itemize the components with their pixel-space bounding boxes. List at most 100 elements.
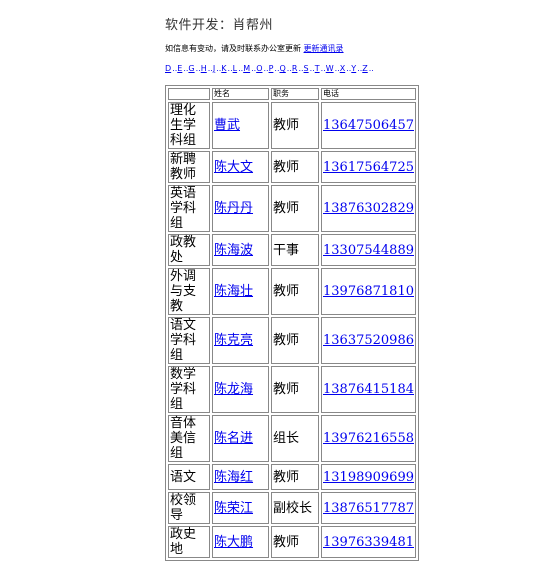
phone-link[interactable]: 13198909699 — [323, 470, 414, 485]
role-cell: 干事 — [273, 242, 300, 258]
name-link[interactable]: 陈海红 — [214, 470, 253, 485]
dept-cell: 英语学科组 — [168, 185, 210, 232]
header-phone: 电话 — [321, 88, 416, 100]
letter-link-q[interactable]: Q — [280, 64, 286, 73]
table-row: 新聘教师 陈大文 教师 13617564725 — [168, 151, 416, 183]
role-cell: 副校长 — [271, 492, 319, 524]
tel-cell: 13198909699 — [321, 464, 416, 490]
name-link[interactable]: 陈克亮 — [214, 333, 253, 348]
phone-link[interactable]: 13307544889 — [323, 243, 414, 258]
name-cell: 陈荣江 — [212, 492, 269, 524]
role-cell: 组长 — [273, 431, 300, 446]
letter-separator: .. — [320, 64, 326, 73]
table-row: 政教处 陈海波 干事 13307544889 — [168, 234, 416, 266]
dept-cell: 政史地 — [168, 526, 210, 558]
dept-cell: 政教处 — [168, 234, 210, 266]
role-cell: 教师 — [271, 526, 319, 558]
dept-cell: 语文 — [170, 469, 197, 485]
role-cell: 教师 — [273, 382, 300, 397]
dept-cell: 语文学科组 — [168, 317, 210, 364]
letter-link-k[interactable]: K — [221, 64, 226, 73]
role-cell: 教师 — [271, 464, 319, 490]
letter-link-p[interactable]: P — [269, 64, 274, 73]
name-cell: 陈名进 — [212, 415, 269, 462]
role-cell: 教师 — [271, 268, 319, 315]
name-link[interactable]: 陈海壮 — [214, 284, 253, 299]
role-cell: 教师 — [271, 185, 319, 232]
name-link[interactable]: 陈荣江 — [214, 501, 253, 516]
directory-table: 姓名 职务 电话 理化生学科组 曹武 教师 13647506457 新聘教师 陈大文 教师 1… — [165, 85, 419, 561]
dept-cell: 语文学科组 — [170, 318, 197, 363]
role-cell: 干事 — [271, 234, 319, 266]
table-row: 英语学科组 陈丹丹 教师 13876302829 — [168, 185, 416, 232]
letter-link-o[interactable]: O — [256, 64, 262, 73]
name-cell: 陈大文 — [212, 151, 269, 183]
letter-link-m[interactable]: M — [243, 64, 250, 73]
phone-link[interactable]: 13617564725 — [323, 160, 414, 175]
table-row: 政史地 陈大鹏 教师 13976339481 — [168, 526, 416, 558]
letter-link-l[interactable]: L — [233, 64, 237, 73]
tel-cell: 13976216558 — [321, 415, 416, 462]
name-link[interactable]: 陈海波 — [214, 243, 253, 258]
letter-link-r[interactable]: R — [292, 64, 298, 73]
dept-cell: 政史地 — [170, 527, 197, 557]
letter-link-z[interactable]: Z — [362, 64, 367, 73]
name-cell: 陈丹丹 — [212, 185, 269, 232]
dept-cell: 数学学科组 — [168, 366, 210, 413]
update-notice: 如信息有变动，请及时联系办公室更新 更新通讯录 — [165, 43, 344, 54]
table-row: 数学学科组 陈龙海 教师 13876415184 — [168, 366, 416, 413]
dept-cell: 英语学科组 — [170, 186, 197, 231]
table-row: 理化生学科组 曹武 教师 13647506457 — [168, 102, 416, 149]
role-cell: 教师 — [271, 366, 319, 413]
tel-cell: 13647506457 — [321, 102, 416, 149]
dept-cell: 语文 — [168, 464, 210, 490]
table-row: 语文 陈海红 教师 13198909699 — [168, 464, 416, 490]
letter-link-e[interactable]: E — [177, 64, 182, 73]
table-row: 校领导 陈荣江 副校长 13876517787 — [168, 492, 416, 524]
table-header-row: 姓名 职务 电话 — [168, 88, 416, 100]
phone-link[interactable]: 13976339481 — [323, 535, 414, 550]
letter-link-h[interactable]: H — [201, 64, 207, 73]
phone-link[interactable]: 13876302829 — [323, 201, 414, 216]
table-row: 语文学科组 陈克亮 教师 13637520986 — [168, 317, 416, 364]
letter-link-y[interactable]: Y — [351, 64, 356, 73]
table-row: 音体美信组 陈名进 组长 13976216558 — [168, 415, 416, 462]
tel-cell: 13617564725 — [321, 151, 416, 183]
letter-link-g[interactable]: G — [188, 64, 194, 73]
letter-index: D..E..G..H..J..K..L..M..O..P..Q..R..S..T… — [165, 64, 374, 73]
tel-cell: 13876517787 — [321, 492, 416, 524]
name-link[interactable]: 陈大鹏 — [214, 535, 253, 550]
letter-link-j[interactable]: J — [213, 64, 215, 73]
letter-link-w[interactable]: W — [326, 64, 334, 73]
name-link[interactable]: 陈龙海 — [214, 382, 253, 397]
dept-cell: 新聘教师 — [170, 152, 197, 182]
name-link[interactable]: 陈名进 — [214, 431, 253, 446]
letter-separator: .. — [195, 64, 201, 73]
phone-link[interactable]: 13976216558 — [323, 431, 414, 446]
phone-link[interactable]: 13647506457 — [323, 118, 414, 133]
name-cell: 陈海壮 — [212, 268, 269, 315]
phone-link[interactable]: 13876415184 — [323, 382, 414, 397]
phone-link[interactable]: 13876517787 — [323, 501, 414, 516]
letter-separator: .. — [263, 64, 269, 73]
name-link[interactable]: 曹武 — [214, 118, 240, 133]
dept-cell: 理化生学科组 — [168, 102, 210, 149]
letter-link-x[interactable]: X — [340, 64, 345, 73]
letter-link-d[interactable]: D — [165, 64, 171, 73]
name-cell: 曹武 — [212, 102, 269, 149]
header-dept — [168, 88, 210, 100]
phone-link[interactable]: 13976871810 — [323, 284, 414, 299]
letter-separator: .. — [298, 64, 304, 73]
name-link[interactable]: 陈丹丹 — [214, 201, 253, 216]
letter-link-s[interactable]: S — [304, 64, 309, 73]
update-directory-link[interactable]: 更新通讯录 — [304, 44, 344, 53]
letter-link-t[interactable]: T — [315, 64, 320, 73]
page-title: 软件开发：肖帮州 — [165, 18, 274, 33]
header-name: 姓名 — [212, 88, 269, 100]
dept-cell: 外调与支教 — [168, 268, 210, 315]
dept-cell: 数学学科组 — [170, 367, 197, 412]
tel-cell: 13876415184 — [321, 366, 416, 413]
phone-link[interactable]: 13637520986 — [323, 333, 414, 348]
name-link[interactable]: 陈大文 — [214, 160, 253, 175]
dept-cell: 新聘教师 — [168, 151, 210, 183]
